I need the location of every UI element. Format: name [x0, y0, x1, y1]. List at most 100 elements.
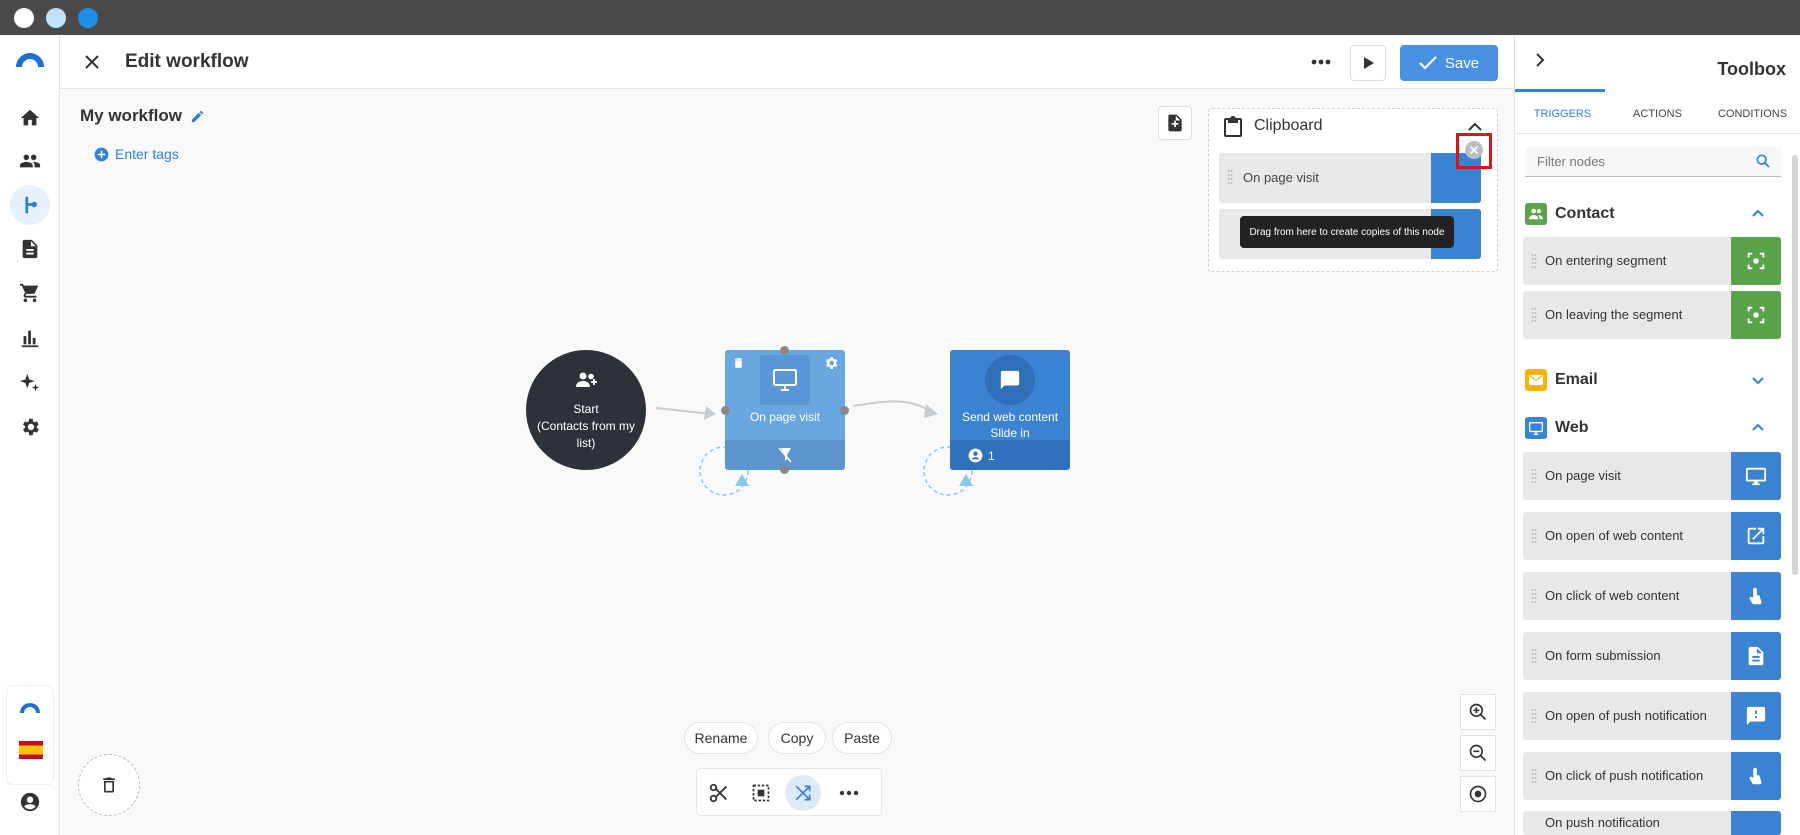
shuffle-tool[interactable]	[785, 775, 821, 811]
more-options-icon[interactable]	[1308, 49, 1334, 75]
chevron-right-icon[interactable]	[1529, 49, 1551, 71]
zoom-out-button[interactable]	[1460, 735, 1496, 771]
toolbox-node-item[interactable]: On push notification	[1523, 811, 1781, 835]
rail-home[interactable]	[10, 98, 50, 138]
window-close-dot[interactable]	[14, 8, 34, 28]
spain-flag-icon[interactable]	[19, 741, 43, 759]
drag-grip-icon[interactable]	[1531, 708, 1537, 724]
category-email[interactable]: Email	[1525, 367, 1781, 393]
drag-grip-icon[interactable]	[1531, 468, 1537, 484]
chevron-down-icon[interactable]	[1749, 371, 1767, 389]
node-handle-top[interactable]	[780, 346, 789, 355]
save-button[interactable]: Save	[1400, 45, 1498, 81]
category-web[interactable]: Web	[1525, 415, 1781, 441]
rail-documents[interactable]	[10, 229, 50, 269]
brand-logo-icon[interactable]	[14, 50, 46, 68]
node-handle-right[interactable]	[840, 406, 849, 415]
rail-shop[interactable]	[10, 273, 50, 313]
drag-grip-icon[interactable]	[1531, 648, 1537, 664]
close-icon[interactable]	[80, 50, 104, 74]
document-icon	[22, 239, 38, 259]
chevron-up-icon[interactable]	[1749, 419, 1767, 437]
drag-grip-icon[interactable]	[1531, 253, 1537, 269]
toolbox-node-item[interactable]: On open of web content	[1523, 512, 1781, 560]
contacts-icon	[1525, 203, 1547, 225]
toolbox-node-item[interactable]: On entering segment	[1523, 237, 1781, 285]
page-title: Edit workflow	[125, 51, 249, 72]
rail-workflows[interactable]	[10, 185, 50, 225]
copy-button[interactable]: Copy	[768, 722, 826, 754]
select-tool[interactable]	[743, 775, 779, 811]
settings-gear-icon[interactable]	[823, 355, 839, 371]
rename-button[interactable]: Rename	[684, 722, 758, 754]
toolbox-scrollbar[interactable]	[1792, 155, 1798, 575]
window-minimize-dot[interactable]	[46, 8, 66, 28]
toolbox-node-item[interactable]: On leaving the segment	[1523, 291, 1781, 339]
drag-grip-icon[interactable]	[1531, 588, 1537, 604]
rail-settings[interactable]	[10, 407, 50, 447]
people-icon	[19, 154, 41, 168]
chevron-up-icon[interactable]	[1749, 205, 1767, 223]
node-item-label: On click of push notification	[1545, 768, 1704, 783]
node-item-icon-block	[1731, 692, 1781, 740]
trash-icon[interactable]	[732, 356, 745, 370]
node-item-icon-block	[1731, 291, 1781, 339]
toolbox-node-item[interactable]: On click of push notification	[1523, 752, 1781, 800]
drag-grip-icon[interactable]	[1227, 169, 1233, 185]
enter-tags-link[interactable]: Enter tags	[94, 146, 179, 162]
action-node-send-web-content[interactable]: Send web content Slide in 1	[950, 350, 1070, 470]
node-item-label: On open of web content	[1545, 528, 1684, 543]
workflow-name: My workflow	[80, 106, 205, 126]
paste-button[interactable]: Paste	[832, 722, 892, 754]
zoom-in-button[interactable]	[1460, 694, 1496, 730]
form-document-icon	[1748, 646, 1764, 666]
node-handle-left[interactable]	[721, 406, 730, 415]
zoom-out-icon	[1469, 744, 1487, 762]
tab-actions[interactable]: ACTIONS	[1610, 99, 1705, 129]
rail-ai[interactable]	[10, 363, 50, 403]
home-icon	[20, 109, 40, 126]
highlight-box	[1456, 133, 1492, 169]
no-filter-icon[interactable]	[777, 446, 793, 464]
window-titlebar	[0, 0, 1800, 35]
start-node[interactable]: Start (Contacts from my list)	[526, 350, 646, 470]
notification-alert-icon	[1746, 706, 1766, 726]
editor-header: Edit workflow Save	[60, 35, 1514, 89]
category-contact[interactable]: Contact	[1525, 201, 1781, 227]
toolbox-node-item[interactable]: On open of push notification	[1523, 692, 1781, 740]
rail-contacts[interactable]	[10, 141, 50, 181]
window-maximize-dot[interactable]	[78, 8, 98, 28]
drag-grip-icon[interactable]	[1531, 307, 1537, 323]
monitor-icon	[1745, 467, 1767, 486]
delete-dropzone[interactable]	[78, 754, 140, 816]
center-view-button[interactable]	[1460, 776, 1496, 812]
category-name: Contact	[1555, 205, 1615, 222]
rail-reports[interactable]	[10, 318, 50, 358]
tab-triggers[interactable]: TRIGGERS	[1515, 99, 1610, 129]
run-workflow-button[interactable]	[1350, 45, 1386, 81]
account-logo-icon[interactable]	[19, 702, 41, 714]
drag-grip-icon[interactable]	[1531, 768, 1537, 784]
tab-conditions[interactable]: CONDITIONS	[1705, 99, 1800, 129]
filter-nodes-input[interactable]: Filter nodes	[1525, 147, 1781, 177]
active-tab-indicator	[1515, 89, 1605, 92]
clipboard-item[interactable]: On page visit	[1219, 153, 1481, 203]
clipboard-toggle-button[interactable]	[1158, 106, 1192, 140]
drag-tooltip: Drag from here to create copies of this …	[1240, 216, 1454, 248]
trigger-node-page-visit[interactable]: On page visit	[721, 346, 849, 474]
toolbox-node-item[interactable]: On form submission	[1523, 632, 1781, 680]
cut-tool[interactable]	[701, 775, 737, 811]
toolbox-node-item[interactable]: On click of web content	[1523, 572, 1781, 620]
toolbox-node-item[interactable]: On page visit	[1523, 452, 1781, 500]
node-handle-bottom[interactable]	[780, 465, 789, 474]
rail-profile[interactable]	[10, 782, 50, 822]
group-add-icon	[576, 372, 597, 387]
add-circle-icon	[94, 147, 109, 161]
user-circle-icon	[20, 792, 40, 812]
more-tools[interactable]	[831, 775, 867, 811]
edit-pencil-icon[interactable]	[190, 109, 205, 124]
node-item-label: On entering segment	[1545, 253, 1667, 268]
drag-grip-icon[interactable]	[1531, 528, 1537, 544]
tap-icon	[1749, 587, 1762, 605]
left-navigation-rail	[0, 35, 60, 835]
